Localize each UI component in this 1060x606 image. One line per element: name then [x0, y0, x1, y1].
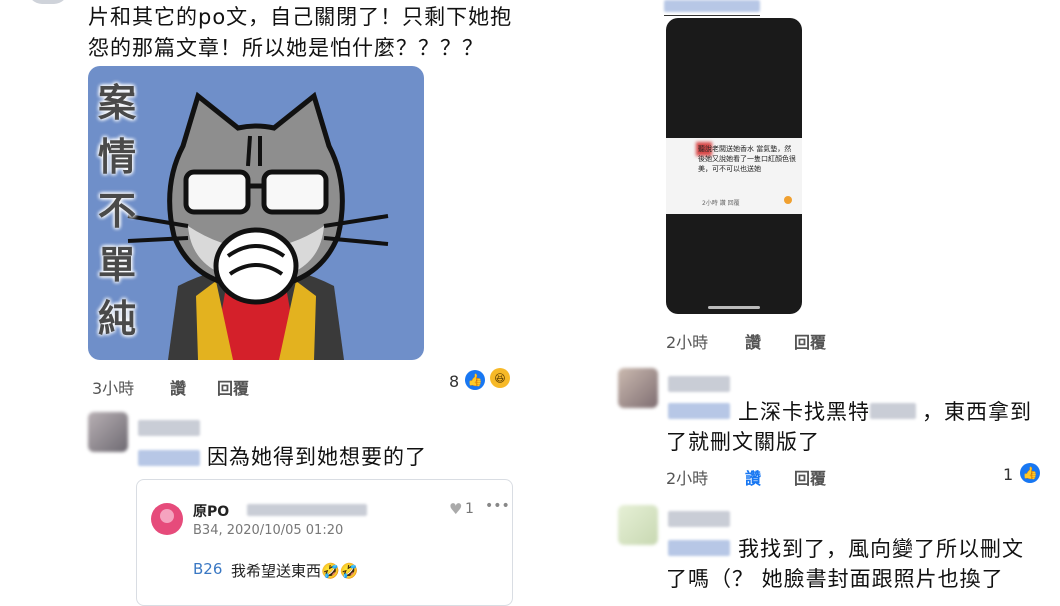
quote-card[interactable]: 原PO B34, 2020/10/05 01:20 ♥ 1 ••• B26 我希…	[136, 479, 513, 606]
quote-avatar	[151, 503, 183, 535]
quote-floor-link[interactable]: B26	[193, 560, 222, 578]
comment3-text-line2: 了就刪文關版了	[666, 430, 820, 454]
like-reaction-icon: 👍	[465, 370, 485, 390]
sticker-caption: 案情不單純	[98, 81, 137, 341]
avatar-top-left[interactable]	[28, 0, 68, 4]
comment2-author-name[interactable]	[138, 420, 200, 436]
comment3-text-a: 上深卡找黑特	[738, 400, 870, 424]
comment3-avatar[interactable]	[618, 368, 658, 408]
comment1-reaction-count[interactable]: 8	[449, 372, 459, 391]
quote-author-school	[247, 504, 367, 516]
post-time: 2小時	[666, 333, 709, 352]
embedded-reaction-icon	[784, 196, 792, 204]
post-like-button[interactable]: 讚	[745, 329, 761, 353]
comment2-tag[interactable]	[138, 450, 200, 466]
comment4-text-line2: 了嗎（？ 她臉書封面跟照片也換了	[666, 567, 1004, 591]
comment2-text: 因為她得到她想要的了	[207, 445, 427, 469]
more-options-icon[interactable]: •••	[485, 498, 510, 514]
comment4-tag[interactable]	[668, 540, 730, 556]
comment3-reaction-count[interactable]: 1	[1003, 465, 1013, 484]
comment1-time: 3小時	[92, 379, 135, 398]
comment-text-line2: 怨的那篇文章！所以她是怕什麼？？？？	[88, 36, 484, 60]
phone-screenshot[interactable]: 聽說老闆送她香水 當氣墊，然後她又說她看了一隻口紅顏色很美，可不可以也送她 2小…	[666, 18, 802, 314]
home-indicator	[708, 306, 760, 309]
comment3-reply-button[interactable]: 回覆	[794, 465, 826, 489]
quote-meta: B34, 2020/10/05 01:20	[193, 523, 344, 538]
comment3-like-reaction-icon: 👍	[1020, 463, 1040, 483]
post-reply-button[interactable]: 回覆	[794, 329, 826, 353]
quote-like-count: 1	[465, 501, 474, 517]
comment3-like-button[interactable]: 讚	[745, 465, 761, 489]
comment3-author-name[interactable]	[668, 376, 730, 392]
haha-reaction-icon: 😆	[490, 368, 510, 388]
cat-sticker[interactable]: 案情不單純	[88, 66, 424, 360]
comment3-time: 2小時	[666, 469, 709, 488]
quote-author: 原PO	[193, 504, 230, 520]
top-underline	[664, 15, 760, 16]
embedded-comment-text: 聽說老闆送她香水 當氣墊，然後她又說她看了一隻口紅顏色很美，可不可以也送她	[698, 145, 796, 173]
comment3-tag[interactable]	[668, 403, 730, 419]
embedded-meta: 2小時 讚 回覆	[702, 200, 740, 207]
comment4-text-line1: 我找到了，風向變了所以刪文	[738, 537, 1024, 561]
quote-text: 我希望送東西🤣🤣	[231, 562, 359, 580]
comment4-author-name[interactable]	[668, 511, 730, 527]
comment4-avatar[interactable]	[618, 505, 658, 545]
top-blurred-link[interactable]	[664, 0, 760, 12]
embedded-comment-card: 聽說老闆送她香水 當氣墊，然後她又說她看了一隻口紅顏色很美，可不可以也送她 2小…	[666, 138, 802, 214]
comment-text-line1: 片和其它的po文，自己關閉了！只剩下她抱	[88, 5, 513, 29]
comment3-blurred-word	[870, 403, 916, 419]
comment2-avatar[interactable]	[88, 412, 128, 452]
comment1-reply-button[interactable]: 回覆	[217, 375, 249, 399]
comment1-like-button[interactable]: 讚	[170, 375, 186, 399]
comment3-text-b: ，東西拿到	[922, 400, 1032, 424]
heart-icon[interactable]: ♥	[449, 500, 462, 518]
